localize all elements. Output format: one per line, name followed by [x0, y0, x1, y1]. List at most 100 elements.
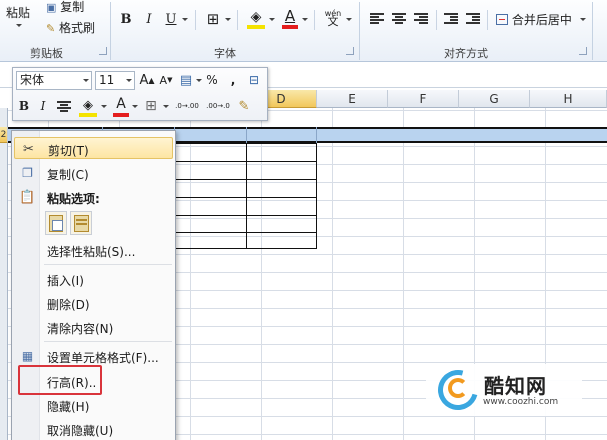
paste-line-shape	[76, 219, 87, 221]
menu-item-format-cells[interactable]: ▦ 设置单元格格式(F)...	[14, 345, 173, 367]
mini-font-color-dropdown-icon[interactable]	[132, 105, 138, 108]
merge-dropdown-icon[interactable]	[580, 18, 586, 21]
accounting-format-icon[interactable]: ▤	[177, 71, 195, 89]
column-header-e[interactable]: E	[317, 90, 388, 108]
font-color-dropdown-icon[interactable]	[302, 18, 308, 21]
watermark: 酷知网 www.coozhi.com	[426, 362, 582, 418]
menu-item-hide[interactable]: 隐藏(H)	[14, 394, 173, 416]
clipboard-group-label: 剪贴板	[30, 47, 63, 60]
fill-color-swatch	[247, 25, 265, 29]
mini-center-icon[interactable]	[57, 101, 71, 113]
increase-indent-icon[interactable]	[466, 13, 480, 25]
bold-button[interactable]: B	[119, 10, 133, 28]
underline-glyph: U	[165, 11, 177, 27]
group-separator	[110, 2, 111, 60]
toolbar-divider	[314, 10, 315, 30]
copy-icon: ▣	[46, 1, 57, 14]
clipboard-launcher-icon[interactable]	[99, 47, 107, 55]
column-header-g[interactable]: G	[459, 90, 530, 108]
menu-item-label: 选择性粘贴(S)...	[47, 245, 136, 259]
ribbon: 粘贴 ▣ 复制 ✎ 格式刷 剪贴板 B I U ⊞ ◈ A wén 文 字体 合…	[0, 0, 607, 62]
align-left-icon[interactable]	[370, 13, 384, 25]
merge-center-button[interactable]: 合并后居中	[496, 11, 572, 28]
toolbar-divider	[487, 10, 488, 30]
paste-button[interactable]: 粘贴	[6, 4, 30, 21]
row-header-2[interactable]: 2	[0, 127, 8, 143]
mini-bold-button[interactable]: B	[16, 96, 32, 116]
accounting-dropdown-icon[interactable]	[196, 79, 202, 82]
decrease-indent-icon[interactable]	[444, 13, 458, 25]
fill-color-dropdown-icon[interactable]	[269, 18, 275, 21]
shrink-font-button[interactable]: A ▼	[158, 71, 174, 89]
mini-font-color-swatch	[113, 113, 129, 117]
italic-button[interactable]: I	[142, 10, 156, 28]
grow-font-button[interactable]: A ▲	[139, 71, 155, 89]
phonetic-guide-button[interactable]: wén 文	[322, 9, 344, 28]
percent-glyph: %	[206, 73, 218, 87]
menu-item-copy[interactable]: ❐ 复制(C)	[14, 162, 173, 184]
fill-color-icon[interactable]: ◈	[247, 8, 265, 26]
mini-italic-button[interactable]: I	[35, 96, 51, 116]
font-size-dropdown-icon[interactable]	[126, 79, 132, 82]
increase-decimal-button[interactable]: .0→.00	[172, 96, 202, 116]
shrink-font-glyph: A	[159, 73, 168, 87]
menu-item-cut[interactable]: ✂ 剪切(T)	[14, 137, 173, 159]
menu-item-delete[interactable]: 删除(D)	[14, 292, 173, 314]
font-name-dropdown-icon[interactable]	[83, 79, 89, 82]
comma-style-button[interactable]: ,	[225, 71, 241, 89]
mini-border-dropdown-icon[interactable]	[163, 105, 169, 108]
border-icon[interactable]: ⊞	[205, 10, 221, 28]
menu-item-label: 剪切(T)	[48, 144, 89, 158]
selected-row-divider	[316, 127, 317, 143]
mini-fill-dropdown-icon[interactable]	[101, 105, 107, 108]
bold-glyph: B	[120, 11, 132, 27]
menu-item-clear-contents[interactable]: 清除内容(N)	[14, 316, 173, 338]
alignment-launcher-icon[interactable]	[579, 47, 587, 55]
merge-center-icon	[496, 14, 508, 25]
format-painter-button[interactable]: ✎ 格式刷	[46, 19, 95, 36]
font-size-value: 11	[99, 73, 115, 87]
mini-format-painter-icon[interactable]: ✎	[235, 96, 253, 116]
format-cells-icon: ▦	[21, 349, 34, 363]
scissors-icon: ✂	[23, 141, 34, 157]
group-separator	[592, 2, 593, 60]
menu-item-insert[interactable]: 插入(I)	[14, 268, 173, 290]
paste-dropdown-icon[interactable]	[16, 24, 22, 27]
mini-fill-swatch	[79, 113, 97, 117]
menu-item-label: 隐藏(H)	[47, 400, 90, 414]
menu-item-paste-special[interactable]: 选择性粘贴(S)...	[14, 239, 173, 261]
group-separator	[359, 2, 360, 60]
copy-icon: ❐	[22, 166, 33, 180]
mini-border-icon[interactable]: ⊞	[143, 96, 159, 116]
column-header-h[interactable]: H	[530, 90, 607, 108]
border-dropdown-icon[interactable]	[225, 18, 231, 21]
paste-option-icon[interactable]	[45, 211, 67, 235]
mini-fill-color-icon[interactable]: ◈	[79, 96, 97, 114]
underline-dropdown-icon[interactable]	[182, 18, 188, 21]
grow-font-glyph: A	[139, 72, 149, 88]
menu-item-paste-options: 📋 粘贴选项:	[14, 186, 173, 208]
paste-values-option-icon[interactable]	[70, 211, 92, 235]
font-color-glyph: A	[284, 7, 296, 25]
phonetic-dropdown-icon[interactable]	[346, 18, 352, 21]
underline-button[interactable]: U	[164, 10, 178, 28]
format-table-icon[interactable]: ⊟	[245, 71, 263, 89]
font-name-combo[interactable]: 宋体	[16, 71, 92, 90]
font-group-label: 字体	[214, 47, 236, 60]
copy-button[interactable]: ▣ 复制	[46, 0, 84, 15]
menu-item-label: 清除内容(N)	[47, 322, 114, 336]
align-center-icon[interactable]	[392, 13, 406, 25]
column-header-f[interactable]: F	[388, 90, 459, 108]
menu-item-unhide[interactable]: 取消隐藏(U)	[14, 418, 173, 440]
mini-font-color-button[interactable]: A	[113, 95, 129, 113]
font-color-swatch	[282, 25, 298, 29]
font-color-button[interactable]: A	[282, 7, 298, 25]
font-launcher-icon[interactable]	[346, 47, 354, 55]
percent-button[interactable]: %	[204, 71, 220, 89]
decrease-decimal-button[interactable]: .00→.0	[203, 96, 233, 116]
comma-glyph: ,	[230, 73, 236, 87]
mini-toolbar: 宋体 11 A ▲ A ▼ ▤ % , ⊟ B I ◈ A ⊞ .0→.00 .00…	[12, 67, 268, 121]
mini-font-color-glyph: A	[116, 96, 126, 112]
paste-sheet-shape	[52, 220, 63, 231]
align-right-icon[interactable]	[414, 13, 428, 25]
